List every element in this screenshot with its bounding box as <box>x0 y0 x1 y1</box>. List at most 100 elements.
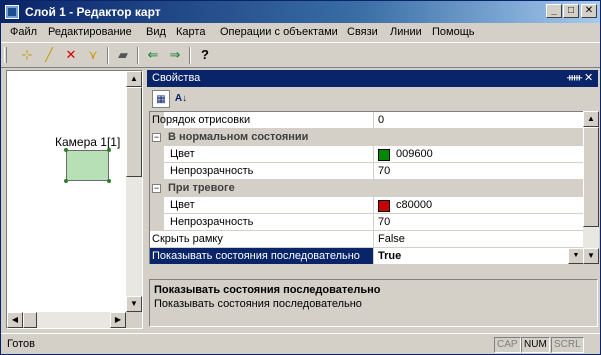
resize-handle[interactable] <box>107 148 111 152</box>
menu-object-operations[interactable]: Операции с объектами <box>220 26 338 38</box>
property-row[interactable]: Порядок отрисовки 0 <box>150 112 583 129</box>
category-row[interactable]: − При тревоге <box>150 180 583 197</box>
draw-line-icon[interactable]: ╱ <box>39 46 59 64</box>
property-grid: Порядок отрисовки 0 − В нормальном состо… <box>149 111 583 264</box>
menu-links[interactable]: Связи <box>347 26 378 38</box>
status-bar: Готов CAP NUM SCRL <box>1 333 600 354</box>
add-point-icon[interactable]: ⊹ <box>17 46 37 64</box>
category-name: При тревоге <box>168 182 235 194</box>
menu-help[interactable]: Помощь <box>432 26 475 38</box>
property-name: Скрыть рамку <box>152 233 223 245</box>
title-bar[interactable]: Слой 1 - Редактор карт _ □ ✕ <box>1 1 600 23</box>
column-divider <box>373 163 374 180</box>
sort-alphabetical-icon[interactable]: A↓ <box>172 90 190 108</box>
scroll-up-icon[interactable]: ▲ <box>583 111 599 127</box>
help-icon[interactable]: ? <box>195 46 215 64</box>
vertical-scrollbar[interactable]: ▲ ▼ <box>126 71 142 312</box>
collapse-icon[interactable]: − <box>152 184 161 193</box>
eraser-icon[interactable]: ▰ <box>113 46 133 64</box>
properties-toolbar: ▦ A↓ <box>147 87 598 110</box>
category-row[interactable]: − В нормальном состоянии <box>150 129 583 146</box>
property-value[interactable]: 70 <box>378 216 390 228</box>
properties-panel: Свойства ᚔ ✕ ▦ A↓ Порядок отрисовки 0 − … <box>147 70 599 329</box>
column-divider <box>373 248 374 264</box>
color-swatch <box>378 200 390 212</box>
camera-object[interactable] <box>66 150 109 181</box>
toolbar-grip[interactable] <box>4 47 7 63</box>
scroll-corner <box>126 312 142 328</box>
scroll-lock-indicator: SCRL <box>551 337 584 353</box>
scroll-right-icon[interactable]: ▶ <box>110 312 126 328</box>
categorized-icon[interactable]: ▦ <box>152 90 170 108</box>
property-name: Непрозрачность <box>170 216 254 228</box>
menu-lines[interactable]: Линии <box>390 26 422 38</box>
scroll-up-icon[interactable]: ▲ <box>126 71 142 87</box>
property-value[interactable]: 009600 <box>396 148 433 160</box>
column-divider <box>373 112 374 129</box>
color-swatch <box>378 149 390 161</box>
toolbar: ⊹ ╱ ✕ ⋎ ▰ ⇐ ⇒ ? <box>1 42 600 68</box>
maximize-button[interactable]: □ <box>563 4 579 18</box>
property-row[interactable]: Непрозрачность 70 <box>150 214 583 231</box>
description-title: Показывать состояния последовательно <box>154 284 381 296</box>
properties-header: Свойства ᚔ ✕ <box>147 70 598 87</box>
menu-edit[interactable]: Редактирование <box>48 26 132 38</box>
merge-points-icon[interactable]: ⋎ <box>83 46 103 64</box>
property-row[interactable]: Цвет c80000 <box>150 197 583 214</box>
resize-handle[interactable] <box>107 179 111 183</box>
menu-file[interactable]: Файл <box>10 26 37 38</box>
scroll-thumb[interactable] <box>23 312 37 328</box>
menu-bar: Файл Редактирование Вид Карта Операции с… <box>1 23 600 42</box>
scroll-down-icon[interactable]: ▼ <box>126 296 142 312</box>
camera-label: Камера 1[1] <box>55 135 121 149</box>
property-row[interactable]: Цвет 009600 <box>150 146 583 163</box>
row-gutter <box>150 163 164 180</box>
resize-handle[interactable] <box>64 148 68 152</box>
scroll-left-icon[interactable]: ◀ <box>7 312 23 328</box>
category-name: В нормальном состоянии <box>168 131 309 143</box>
undo-icon[interactable]: ⇐ <box>143 46 163 64</box>
property-row[interactable]: Скрыть рамку False <box>150 231 583 248</box>
scroll-down-icon[interactable]: ▼ <box>583 248 599 264</box>
description-text: Показывать состояния последовательно <box>154 298 362 310</box>
property-row-selected[interactable]: Показывать состояния последовательно Tru… <box>150 248 583 264</box>
close-button[interactable]: ✕ <box>581 4 597 18</box>
row-gutter <box>150 214 164 231</box>
property-value[interactable]: 70 <box>378 165 390 177</box>
row-gutter <box>150 146 164 163</box>
toolbar-separator <box>137 47 139 64</box>
property-row[interactable]: Непрозрачность 70 <box>150 163 583 180</box>
panel-close-icon[interactable]: ✕ <box>584 71 593 84</box>
app-icon <box>5 5 19 19</box>
minimize-button[interactable]: _ <box>546 4 562 18</box>
resize-handle[interactable] <box>64 179 68 183</box>
description-pane: Показывать состояния последовательно Пок… <box>149 279 598 327</box>
map-canvas[interactable]: Камера 1[1] ▲ ▼ ◀ ▶ <box>6 70 143 329</box>
property-value[interactable]: False <box>378 233 405 245</box>
scroll-thumb[interactable] <box>583 127 599 227</box>
pin-icon[interactable]: ᚔ <box>567 71 582 84</box>
scroll-thumb[interactable] <box>126 87 142 177</box>
delete-icon[interactable]: ✕ <box>61 46 81 64</box>
properties-title: Свойства <box>152 72 201 84</box>
toolbar-separator <box>107 47 109 64</box>
redo-icon[interactable]: ⇒ <box>165 46 185 64</box>
property-name: Цвет <box>170 148 195 160</box>
dropdown-arrow-icon[interactable]: ▼ <box>568 248 583 264</box>
column-divider <box>373 214 374 231</box>
property-name: Порядок отрисовки <box>152 114 251 126</box>
map-editor-window: Слой 1 - Редактор карт _ □ ✕ Файл Редакт… <box>0 0 601 355</box>
num-lock-indicator: NUM <box>521 337 550 353</box>
grid-scrollbar[interactable]: ▲ ▼ <box>583 111 599 264</box>
collapse-icon[interactable]: − <box>152 133 161 142</box>
property-name: Непрозрачность <box>170 165 254 177</box>
property-value[interactable]: 0 <box>378 114 384 126</box>
horizontal-scrollbar[interactable]: ◀ ▶ <box>7 312 126 328</box>
property-name: Цвет <box>170 199 195 211</box>
row-gutter <box>150 197 164 214</box>
column-divider <box>373 231 374 248</box>
property-value[interactable]: True <box>378 250 401 262</box>
property-value[interactable]: c80000 <box>396 199 432 211</box>
menu-view[interactable]: Вид <box>146 26 166 38</box>
menu-map[interactable]: Карта <box>176 26 205 38</box>
